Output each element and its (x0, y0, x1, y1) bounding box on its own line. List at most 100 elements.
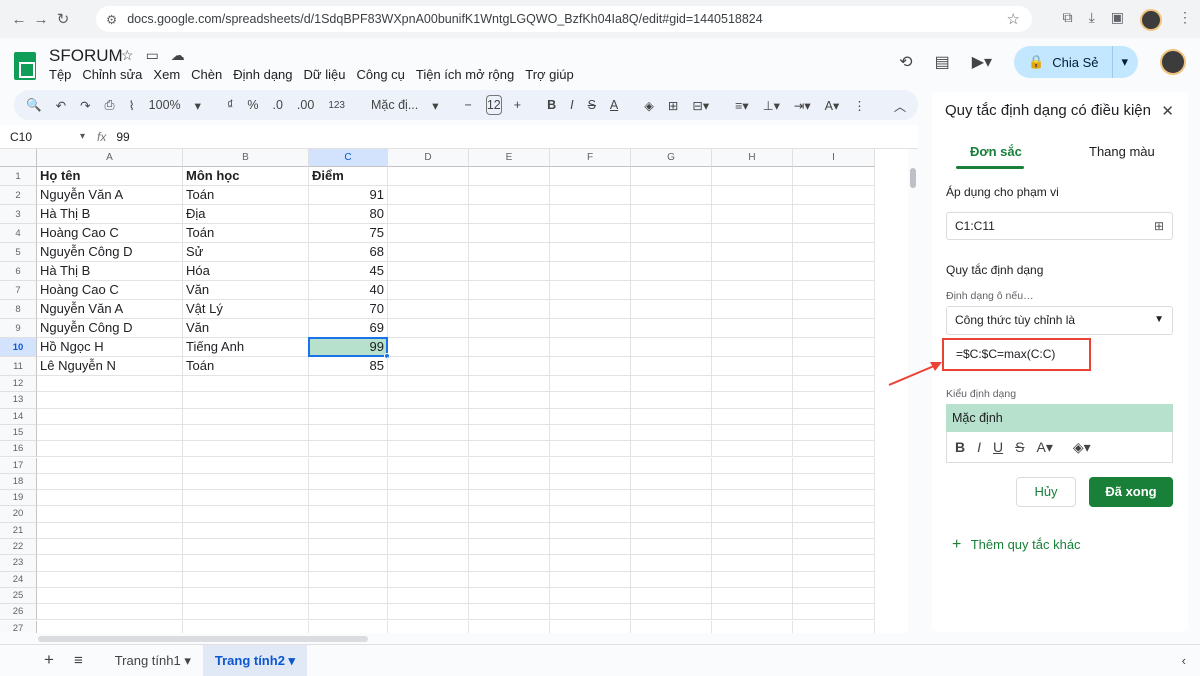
menu-help[interactable]: Trợ giúp (525, 67, 574, 82)
merge-cells-icon[interactable]: ⊟▾ (692, 98, 709, 113)
cell[interactable] (183, 441, 309, 458)
cell[interactable] (793, 281, 875, 300)
formula-input-field[interactable]: =$C:$C=max(C:C) (942, 338, 1091, 371)
cell[interactable]: 68 (309, 243, 388, 262)
cell[interactable] (793, 539, 875, 556)
menu-data[interactable]: Dữ liệu (304, 67, 346, 82)
cell[interactable] (469, 338, 550, 357)
row-header[interactable]: 1 (0, 167, 37, 186)
cell[interactable] (712, 300, 793, 319)
cell[interactable] (469, 522, 550, 539)
cell[interactable]: 80 (309, 205, 388, 224)
column-header[interactable]: D (388, 149, 469, 167)
cell[interactable] (183, 506, 309, 523)
sheets-logo-icon[interactable] (14, 52, 36, 80)
cell[interactable] (469, 408, 550, 425)
cell[interactable] (388, 300, 469, 319)
row-header[interactable]: 15 (0, 424, 37, 442)
cell[interactable] (550, 555, 631, 572)
number-format-button[interactable]: 123 (328, 100, 345, 111)
cell[interactable] (388, 224, 469, 243)
column-header[interactable]: I (793, 149, 875, 167)
cell[interactable] (631, 587, 712, 605)
row-header[interactable]: 5 (0, 243, 37, 262)
cell[interactable] (388, 539, 469, 556)
cell[interactable] (550, 243, 631, 262)
comments-icon[interactable]: ▤ (935, 52, 950, 72)
cell[interactable] (388, 620, 469, 633)
redo-icon[interactable]: ↷ (80, 98, 90, 113)
cell[interactable]: Toán (183, 186, 309, 205)
cell[interactable] (37, 587, 183, 605)
cell[interactable] (388, 473, 469, 491)
undo-icon[interactable]: ↶ (56, 98, 66, 113)
cell[interactable] (793, 571, 875, 588)
cell[interactable] (550, 506, 631, 523)
column-header[interactable]: B (183, 149, 309, 167)
extensions-icon[interactable]: ⧉ (1063, 9, 1073, 31)
cell[interactable] (631, 338, 712, 357)
align-horizontal-icon[interactable]: ≡▾ (735, 98, 749, 113)
name-box-dropdown-icon[interactable]: ▾ (80, 131, 85, 142)
cell[interactable] (712, 338, 793, 357)
cell[interactable] (712, 490, 793, 507)
cell[interactable] (550, 522, 631, 539)
row-header[interactable]: 18 (0, 473, 37, 491)
cell[interactable] (37, 392, 183, 409)
cell[interactable] (388, 392, 469, 409)
select-range-icon[interactable]: ⊞ (1154, 213, 1164, 239)
row-header[interactable]: 16 (0, 441, 37, 458)
forward-icon[interactable]: → (30, 11, 52, 28)
cell[interactable] (793, 457, 875, 474)
cell[interactable] (712, 376, 793, 393)
cell[interactable] (469, 604, 550, 621)
sheet-tab[interactable]: Trang tính1 ▾ (103, 645, 203, 676)
cell[interactable] (183, 457, 309, 474)
cell[interactable] (309, 571, 388, 588)
cell[interactable] (37, 441, 183, 458)
font-size-input[interactable]: 12 (485, 95, 502, 115)
cell[interactable] (37, 571, 183, 588)
cell[interactable]: Hoàng Cao C (37, 224, 183, 243)
cell[interactable] (550, 186, 631, 205)
text-color-icon[interactable]: A (610, 98, 618, 112)
bold-icon[interactable]: B (955, 439, 965, 455)
cell[interactable] (309, 424, 388, 442)
underline-icon[interactable]: U (993, 439, 1003, 455)
cell[interactable] (183, 604, 309, 621)
cell[interactable] (712, 522, 793, 539)
cell[interactable] (631, 357, 712, 376)
cell[interactable] (712, 457, 793, 474)
column-header[interactable]: A (37, 149, 183, 167)
collapse-toolbar-icon[interactable]: ︿ (894, 96, 907, 115)
cell[interactable] (631, 424, 712, 442)
row-header[interactable]: 14 (0, 408, 37, 425)
cell[interactable] (183, 555, 309, 572)
cell[interactable] (183, 392, 309, 409)
cell[interactable]: Hà Thị B (37, 262, 183, 281)
back-icon[interactable]: ← (8, 11, 30, 28)
font-select[interactable]: Mặc đị... (371, 98, 418, 112)
cell[interactable] (309, 522, 388, 539)
cell[interactable] (388, 186, 469, 205)
strikethrough-icon[interactable]: S (588, 98, 596, 112)
cell[interactable] (388, 506, 469, 523)
cell[interactable] (550, 357, 631, 376)
cell[interactable]: Hà Thị B (37, 205, 183, 224)
cell[interactable] (712, 319, 793, 338)
cell[interactable] (183, 424, 309, 442)
fill-color-icon[interactable]: ◈ (644, 98, 654, 113)
row-header[interactable]: 11 (0, 357, 37, 376)
cell[interactable] (793, 555, 875, 572)
sheet-tab-active[interactable]: Trang tính2 ▾ (202, 644, 308, 676)
cell[interactable] (631, 281, 712, 300)
column-header[interactable]: C (309, 149, 388, 167)
cell[interactable] (793, 338, 875, 357)
cell[interactable]: 69 (309, 319, 388, 338)
cell[interactable] (388, 424, 469, 442)
cell[interactable]: 70 (309, 300, 388, 319)
cell[interactable] (309, 539, 388, 556)
cell[interactable] (183, 490, 309, 507)
cell[interactable] (388, 441, 469, 458)
cell[interactable] (37, 604, 183, 621)
